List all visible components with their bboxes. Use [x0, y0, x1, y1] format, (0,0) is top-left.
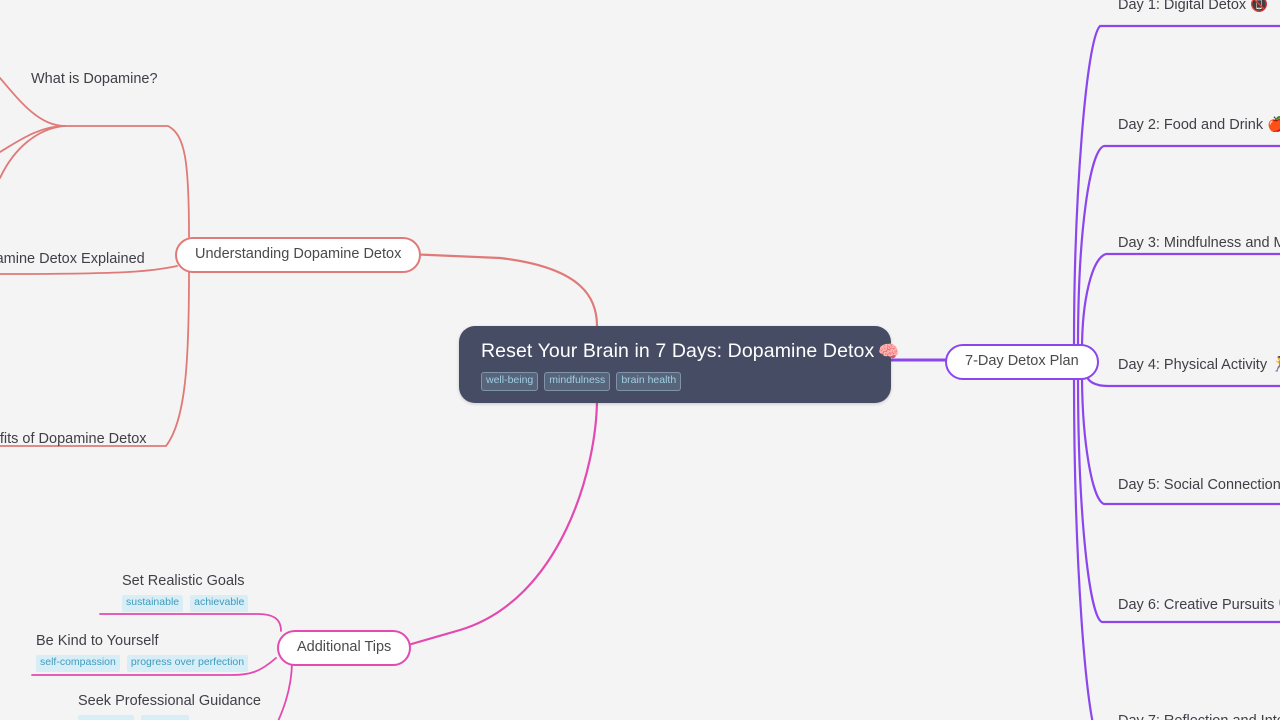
root-title: Reset Your Brain in 7 Days: Dopamine Det…	[481, 340, 900, 363]
root-node[interactable]: Reset Your Brain in 7 Days: Dopamine Det…	[459, 326, 900, 403]
root-tag: mindfulness	[544, 372, 611, 391]
leaf-day-6[interactable]: Day 6: Creative Pursuits🎨	[1118, 596, 1280, 614]
leaf-day-3[interactable]: Day 3: Mindfulness and Meditation	[1118, 234, 1280, 252]
leaf-tag-list: self-compassion progress over perfection	[36, 655, 249, 672]
mindmap-canvas: Reset Your Brain in 7 Days: Dopamine Det…	[0, 0, 1280, 720]
leaf-day-5-label: Day 5: Social Connection	[1118, 477, 1280, 493]
leaf-day-1[interactable]: Day 1: Digital Detox 📵	[1118, 0, 1268, 14]
leaf-set-realistic-goals[interactable]: Set Realistic Goals sustainable achievab…	[122, 572, 249, 612]
leaf-day-7-label: Day 7: Reflection and Integration	[1118, 713, 1280, 720]
root-tag-list: well-being mindfulness brain health	[481, 372, 869, 391]
leaf-tag-list	[78, 715, 261, 720]
leaf-day-2[interactable]: Day 2: Food and Drink 🍎	[1118, 116, 1280, 134]
leaf-day-6-label: Day 6: Creative Pursuits	[1118, 597, 1275, 613]
brain-icon: 🧠	[878, 342, 900, 361]
apple-icon: 🍎	[1267, 117, 1280, 133]
leaf-tag-list: sustainable achievable	[122, 595, 249, 612]
leaf-benefits-of-dopamine-detox[interactable]: Benefits of Dopamine Detox	[0, 430, 147, 448]
leaf-dopamine-detox-explained[interactable]: Dopamine Detox Explained	[0, 250, 145, 268]
leaf-what-is-dopamine[interactable]: What is Dopamine?	[31, 70, 158, 88]
leaf-tag: sustainable	[122, 595, 184, 612]
root-tag: brain health	[616, 372, 682, 391]
leaf-tag: self-compassion	[36, 655, 120, 672]
leaf-day-3-label: Day 3: Mindfulness and Meditation	[1118, 235, 1280, 251]
leaf-day-2-label: Day 2: Food and Drink	[1118, 117, 1264, 133]
leaf-set-realistic-goals-label: Set Realistic Goals	[122, 573, 245, 589]
no-mobile-phones-icon: 📵	[1250, 0, 1269, 13]
leaf-tag	[78, 715, 134, 720]
leaf-be-kind-to-yourself[interactable]: Be Kind to Yourself self-compassion prog…	[36, 632, 249, 672]
leaf-day-7[interactable]: Day 7: Reflection and Integration	[1118, 712, 1280, 720]
branch-node-additional-tips[interactable]: Additional Tips	[277, 630, 412, 667]
leaf-day-1-label: Day 1: Digital Detox	[1118, 0, 1247, 13]
leaf-tag: achievable	[190, 595, 249, 612]
leaf-day-5[interactable]: Day 5: Social Connection🤝	[1118, 476, 1280, 494]
leaf-day-4[interactable]: Day 4: Physical Activity🏃	[1118, 356, 1280, 374]
leaf-seek-professional-guidance[interactable]: Seek Professional Guidance	[78, 692, 261, 720]
leaf-day-4-label: Day 4: Physical Activity	[1118, 357, 1268, 373]
leaf-tag	[141, 715, 189, 720]
branch-node-understanding-dopamine-detox[interactable]: Understanding Dopamine Detox	[175, 237, 422, 274]
branch-node-7-day-detox-plan[interactable]: 7-Day Detox Plan	[945, 344, 1099, 381]
leaf-be-kind-to-yourself-label: Be Kind to Yourself	[36, 633, 159, 649]
root-title-text: Reset Your Brain in 7 Days: Dopamine Det…	[481, 340, 875, 362]
leaf-seek-professional-guidance-label: Seek Professional Guidance	[78, 693, 261, 709]
runner-icon: 🏃	[1271, 357, 1280, 373]
root-tag: well-being	[481, 372, 539, 391]
leaf-tag: progress over perfection	[126, 655, 249, 672]
